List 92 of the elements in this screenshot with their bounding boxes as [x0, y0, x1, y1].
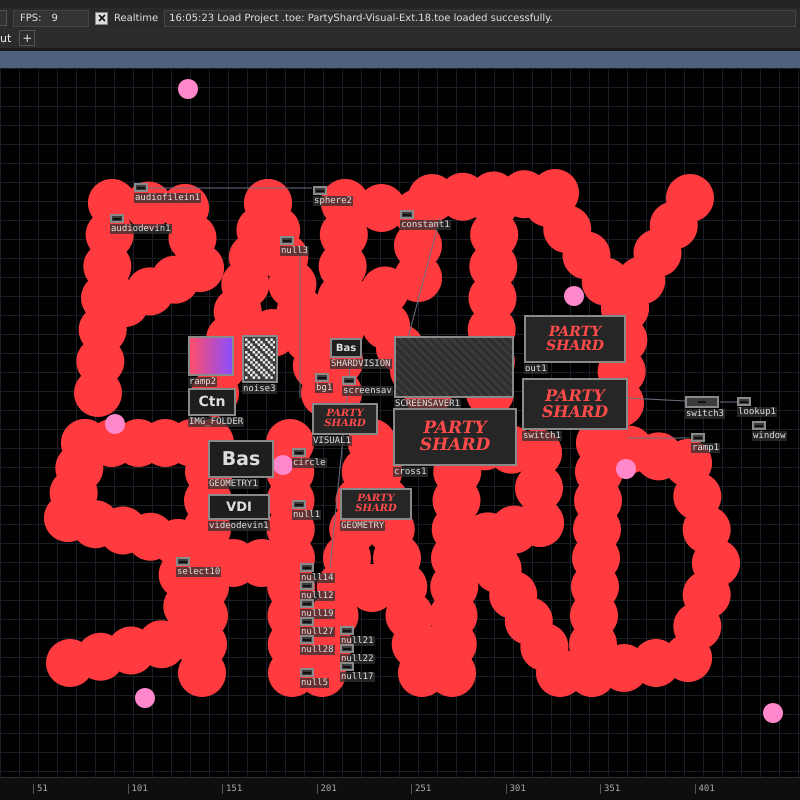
node-label: videodevin1 — [208, 521, 270, 531]
node-label: null28 — [300, 645, 335, 655]
node-tile[interactable]: PARTY SHARD — [393, 408, 517, 466]
dot-marker-icon — [105, 414, 125, 434]
node-label: VISUAL1 — [312, 436, 352, 446]
ruler-tick: 301 — [506, 784, 600, 794]
node-label: null12 — [300, 591, 335, 601]
node-tile[interactable] — [300, 635, 314, 644]
node-label: sphere2 — [313, 196, 353, 206]
node-tile[interactable] — [176, 557, 190, 566]
node-tile[interactable] — [691, 433, 705, 442]
node-tile[interactable]: PARTY SHARD — [312, 403, 378, 435]
node-label: null3 — [280, 246, 310, 256]
node-tile[interactable] — [300, 668, 314, 677]
node-label: bg1 — [315, 383, 334, 393]
node-label: lookup1 — [737, 407, 777, 417]
node-tile[interactable] — [342, 376, 356, 385]
node-tile[interactable] — [300, 563, 314, 572]
node-label: out1 — [524, 364, 548, 374]
node-tile[interactable] — [280, 236, 294, 245]
node-tile[interactable]: PARTY SHARD — [340, 488, 412, 520]
node-label: GEOMETRY1 — [208, 479, 259, 489]
noise-preview-icon — [245, 338, 275, 380]
dot-marker-icon — [135, 688, 155, 708]
node-label: audiofilein1 — [134, 193, 202, 203]
node-tile[interactable] — [134, 183, 148, 192]
node-label: IMG_FOLDER — [188, 417, 244, 427]
node-tile[interactable]: Bas — [330, 338, 362, 358]
node-label: SHARDVISION — [330, 359, 392, 369]
node-label: null14 — [300, 573, 335, 583]
node-label: noise3 — [242, 384, 277, 394]
node-label: null22 — [340, 654, 375, 664]
ruler-tick: 401 — [694, 784, 789, 794]
node-label: null21 — [340, 636, 375, 646]
dot-marker-icon — [178, 79, 198, 99]
node-tile[interactable]: Bas — [208, 440, 274, 478]
node-tile[interactable] — [292, 500, 306, 509]
node-tile[interactable]: Ctn — [188, 388, 236, 416]
node-label: GEOMETRY — [340, 521, 386, 531]
dot-marker-icon — [273, 455, 293, 475]
node-tile[interactable] — [315, 373, 329, 382]
node-tile[interactable] — [300, 617, 314, 626]
realtime-checkbox[interactable] — [95, 12, 108, 24]
node-label: switch1 — [522, 431, 562, 441]
node-label: select10 — [176, 567, 222, 577]
realtime-label: Realtime — [114, 12, 158, 24]
node-label: SCREENSAVER1 — [394, 399, 462, 409]
node-tile[interactable] — [340, 626, 354, 635]
node-label: screensav — [342, 386, 393, 396]
node-tile[interactable] — [737, 397, 751, 406]
node-tile[interactable] — [300, 599, 314, 608]
node-label: ramp2 — [188, 377, 218, 387]
node-tile[interactable]: PARTY SHARD — [524, 315, 626, 363]
node-tile[interactable] — [300, 581, 314, 590]
node-label: null19 — [300, 609, 335, 619]
node-label: cross1 — [393, 467, 428, 477]
node-tile[interactable] — [313, 186, 327, 195]
noise-tile[interactable] — [242, 335, 278, 383]
add-tab-button[interactable]: + — [19, 30, 36, 46]
fps-field[interactable]: FPS: 9 — [13, 10, 89, 26]
network-canvas[interactable] — [0, 68, 800, 777]
node-tile[interactable] — [340, 662, 354, 671]
node-label: circle — [292, 458, 327, 468]
ruler-tick: 351 — [600, 784, 694, 794]
ruler-tick: 151 — [222, 784, 316, 794]
node-label: switch3 — [685, 409, 725, 419]
node-label: null27 — [300, 627, 335, 637]
wire-line — [628, 398, 686, 402]
node-tile[interactable] — [340, 644, 354, 653]
ruler-tick: 101 — [128, 784, 222, 794]
node-tile[interactable] — [110, 214, 124, 223]
node-tile[interactable] — [752, 421, 766, 430]
screen-preview[interactable] — [394, 336, 514, 398]
node-label: audiodevin1 — [110, 224, 172, 234]
node-label: null17 — [340, 672, 375, 682]
ruler-tick: 251 — [411, 784, 506, 794]
node-tile[interactable] — [292, 448, 306, 457]
node-tile[interactable] — [685, 396, 719, 408]
node-tile[interactable]: VDI — [208, 494, 270, 520]
node-label: null1 — [292, 510, 322, 520]
dot-marker-icon — [564, 286, 584, 306]
node-tile[interactable] — [400, 210, 414, 219]
status-message: 16:05:23 Load Project .toe: PartyShard-Visual-Ext.18.toe loaded successfully. — [164, 10, 796, 26]
node-label: ramp1 — [691, 443, 720, 453]
node-label: window — [752, 431, 787, 441]
node-label: null5 — [300, 678, 330, 688]
node-label: constant1 — [400, 220, 451, 230]
dot-marker-icon — [763, 703, 783, 723]
ruler-tick: 201 — [316, 784, 411, 794]
dot-marker-icon — [616, 459, 636, 479]
ruler-tick: 51 — [33, 784, 128, 794]
node-tile[interactable]: PARTY SHARD — [522, 378, 628, 430]
